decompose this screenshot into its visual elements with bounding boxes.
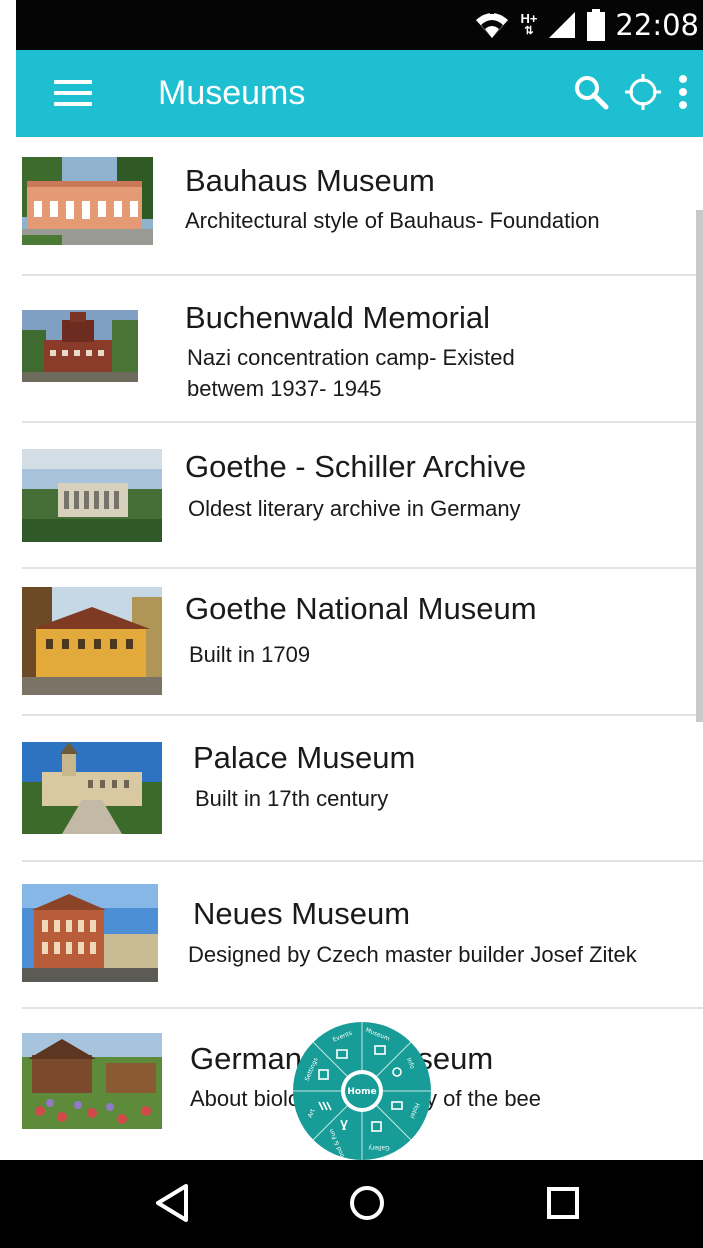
museum-description: Built in 17th century (195, 786, 389, 811)
museum-title: Buchenwald Memorial (185, 300, 490, 335)
museum-description: Designed by Czech master builder Josef Z… (188, 942, 637, 967)
network-type-icon: H+ ⇅ (520, 11, 538, 37)
museum-title: Palace Museum (193, 740, 416, 775)
battery-icon (587, 9, 606, 41)
list-item-goethe-schiller-archive[interactable]: Goethe - Schiller Archive Oldest literar… (0, 423, 703, 568)
radial-menu-home[interactable]: Home (347, 1087, 376, 1097)
menu-icon[interactable] (54, 80, 92, 108)
museum-description: Oldest literary archive in Germany (188, 496, 521, 521)
museum-description: Architectural style of Bauhaus- Foundati… (185, 208, 600, 233)
museum-title: Goethe - Schiller Archive (185, 449, 527, 484)
radial-menu[interactable]: Museum Info Hotel Gallery Food & Fun Art… (293, 1022, 431, 1160)
museum-description: Nazi concentration camp- Existed (187, 345, 515, 370)
list-item-goethe-national-museum[interactable]: Goethe National Museum Built in 1709 (0, 569, 703, 714)
wifi-icon (476, 10, 509, 38)
list-item-buchenwald-memorial[interactable]: Buchenwald Memorial Nazi concentration c… (0, 276, 703, 421)
museum-description: betwem 1937- 1945 (187, 376, 382, 401)
navigation-bar (0, 1160, 703, 1248)
app-bar: Museums (16, 50, 703, 137)
museum-thumbnail (22, 587, 162, 695)
museum-thumbnail (22, 157, 153, 245)
list-item-bauhaus-museum[interactable]: Bauhaus Museum Architectural style of Ba… (0, 137, 703, 275)
back-icon[interactable] (152, 1182, 192, 1224)
location-icon[interactable] (623, 72, 663, 112)
scrollbar[interactable] (696, 210, 703, 722)
status-bar: H+ ⇅ 22:08 (16, 0, 703, 50)
more-options-icon[interactable] (677, 74, 689, 110)
museum-title: Goethe National Museum (185, 591, 537, 626)
museum-description: Built in 1709 (189, 642, 311, 667)
status-time: 22:08 (615, 8, 699, 42)
radial-menu-gallery[interactable]: Gallery (368, 1144, 390, 1151)
search-icon[interactable] (573, 74, 609, 110)
museum-title: Bauhaus Museum (185, 163, 435, 198)
list-item-neues-museum[interactable]: Neues Museum Designed by Czech master bu… (0, 862, 703, 1007)
home-icon[interactable] (348, 1182, 386, 1224)
network-type-label: H+ (520, 11, 538, 26)
list-item-palace-museum[interactable]: Palace Museum Built in 17th century (0, 716, 703, 861)
signal-icon (549, 12, 576, 38)
museum-thumbnail (22, 310, 138, 382)
museum-title: Neues Museum (193, 896, 411, 931)
page-title: Museums (158, 74, 306, 112)
museum-thumbnail (22, 449, 162, 542)
museum-thumbnail (22, 884, 158, 982)
museum-thumbnail (22, 742, 162, 834)
recents-icon[interactable] (544, 1182, 582, 1224)
museum-thumbnail (22, 1033, 162, 1129)
